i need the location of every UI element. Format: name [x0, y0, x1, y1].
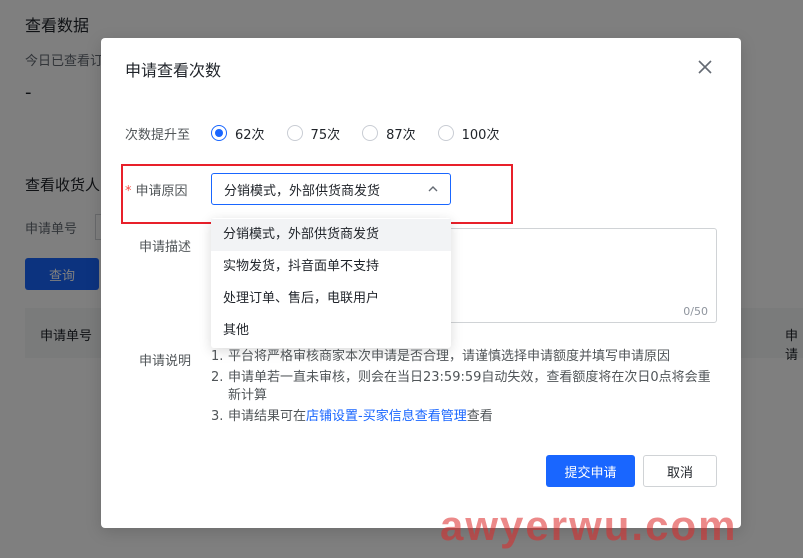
reason-option[interactable]: 分销模式，外部供货商发货: [211, 219, 451, 251]
radio-checked-icon: [211, 125, 227, 141]
reason-selected-value: 分销模式，外部供货商发货: [224, 183, 381, 199]
note-item: 2. 申请单若一直未审核，则会在当日23:59:59自动失效，查看额度将在次日0…: [211, 370, 711, 403]
note-item: 1. 平台将严格审核商家本次申请是否合理，请谨慎选择申请额度并填写申请原因: [211, 349, 671, 364]
radio-label: 100次: [461, 127, 500, 143]
notes-list: 1. 平台将严格审核商家本次申请是否合理，请谨慎选择申请额度并填写申请原因 2.…: [211, 348, 711, 429]
radio-label: 62次: [235, 127, 265, 143]
note-item: 3. 申请结果可在店铺设置-买家信息查看管理查看: [211, 409, 493, 424]
required-asterisk: *: [125, 184, 132, 199]
reason-label-row: * 申请原因: [125, 180, 188, 199]
radio-100[interactable]: 100次: [437, 124, 500, 143]
times-radio-group: 62次 75次 87次 100次: [211, 123, 521, 143]
dialog-title: 申请查看次数: [125, 61, 222, 80]
reason-dropdown-menu: 分销模式，外部供货商发货 实物发货，抖音面单不支持 处理订单、售后，电联用户 其…: [211, 218, 451, 348]
apply-view-count-dialog: 申请查看次数 次数提升至 62次 75次 87次 100次 * 申请原因 分销模式…: [101, 38, 741, 528]
notes-label: 申请说明: [139, 354, 192, 369]
radio-label: 87次: [386, 127, 416, 143]
radio-unchecked-icon: [437, 125, 454, 141]
radio-unchecked-icon: [362, 125, 379, 141]
radio-label: 75次: [310, 127, 341, 143]
reason-label: 申请原因: [135, 184, 188, 199]
desc-label: 申请描述: [139, 240, 192, 255]
submit-button[interactable]: 提交申请: [546, 455, 635, 487]
store-settings-link[interactable]: 店铺设置-买家信息查看管理: [306, 409, 467, 424]
cancel-button[interactable]: 取消: [643, 455, 717, 487]
chevron-up-icon: [428, 186, 438, 192]
reason-option[interactable]: 处理订单、售后，电联用户: [211, 283, 451, 315]
times-label: 次数提升至: [125, 128, 191, 143]
radio-75[interactable]: 75次: [286, 124, 341, 143]
char-counter: 0/50: [683, 305, 708, 318]
watermark-logo: awyerwu.com: [440, 502, 738, 549]
radio-87[interactable]: 87次: [362, 124, 416, 143]
reason-option[interactable]: 实物发货，抖音面单不支持: [211, 251, 451, 283]
radio-62[interactable]: 62次: [211, 124, 265, 143]
close-icon[interactable]: [696, 58, 714, 76]
reason-option[interactable]: 其他: [211, 315, 451, 347]
radio-unchecked-icon: [286, 125, 303, 141]
reason-select[interactable]: 分销模式，外部供货商发货: [211, 173, 451, 205]
